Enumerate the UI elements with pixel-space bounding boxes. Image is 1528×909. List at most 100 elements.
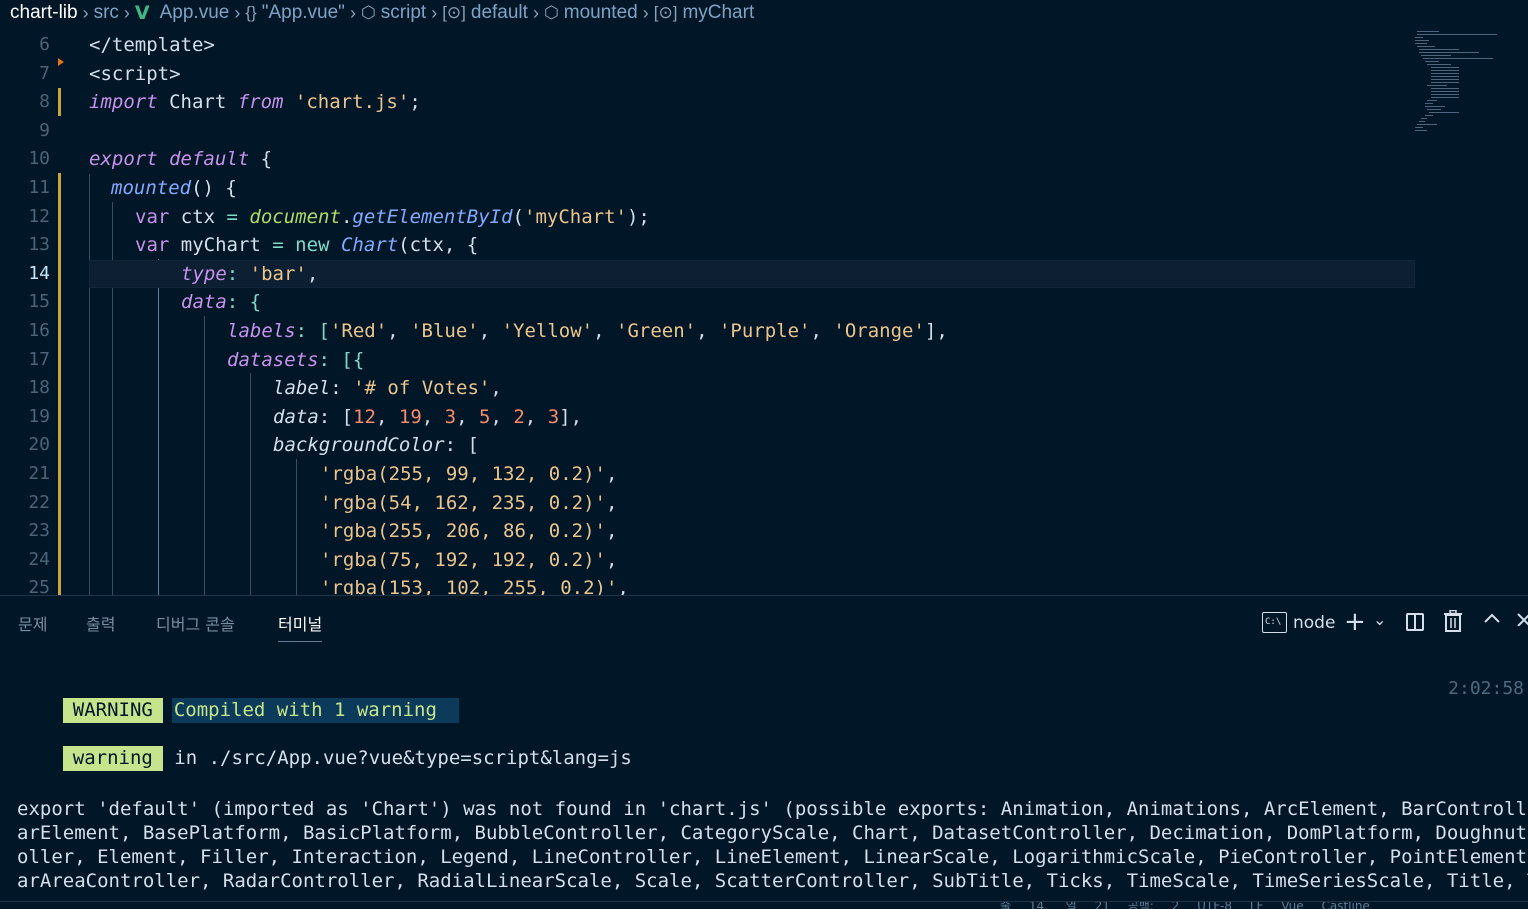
code-token: 'rgba(255, 206, 86, 0.2)': [320, 520, 606, 543]
code-token: :: [226, 262, 250, 285]
code-token: 'Green': [616, 320, 697, 342]
code-line: 11 mounted() {: [0, 174, 1415, 203]
trash-icon[interactable]: [1444, 610, 1462, 632]
code-token: backgroundColor: [273, 434, 445, 457]
chevron-right-icon: ›: [82, 2, 89, 23]
line-number: 25: [28, 577, 50, 595]
breadcrumb-script[interactable]: ⬡ script: [361, 2, 426, 24]
code-token: : [: [444, 434, 479, 457]
code-token: ,: [375, 405, 399, 428]
chevron-right-icon: ›: [431, 2, 438, 23]
code-token: document: [237, 205, 341, 228]
code-line: 24 'rgba(75, 192, 192, 0.2)',: [0, 546, 1415, 575]
code-token: var: [135, 234, 170, 257]
code-token: =: [226, 205, 238, 228]
line-number: 10: [28, 148, 50, 170]
code-token: ,: [490, 405, 514, 428]
code-token: 'Purple': [718, 320, 811, 342]
code-token: ,: [524, 405, 548, 428]
code-token: <script>: [89, 62, 181, 85]
warning-badge: WARNING: [62, 698, 163, 723]
code-token: 'rgba(54, 162, 235, 0.2)': [320, 491, 606, 514]
variable-icon: [⊙]: [653, 3, 678, 22]
code-token: );: [626, 205, 650, 228]
code-token: 19: [398, 405, 422, 428]
breadcrumb-default[interactable]: [⊙] default: [442, 2, 528, 24]
breadcrumb-file-label: App.vue: [159, 2, 230, 23]
line-number: 8: [39, 91, 50, 113]
breadcrumb-mounted[interactable]: ⬡ mounted: [544, 2, 638, 24]
code-token: </template>: [89, 34, 215, 56]
line-number: 24: [28, 548, 50, 570]
terminal-name: node: [1293, 612, 1336, 633]
code-token: : {: [226, 291, 262, 314]
code-token: ctx: [169, 205, 227, 228]
code-token: =: [272, 234, 284, 257]
breadcrumb-object[interactable]: {} "App.vue": [245, 2, 345, 24]
breadcrumb-folder[interactable]: src: [94, 2, 119, 24]
line-number: 13: [28, 234, 50, 256]
breadcrumb-file[interactable]: V App.vue: [135, 2, 229, 24]
bottom-panel: 문제 출력 디버그 콘솔 터미널 C:\ node + ⌄ WARNING Com…: [0, 595, 1528, 909]
code-token: ,: [490, 377, 502, 400]
status-bar-text[interactable]: 줄 14, 열 21 공백: 2 UTF-8 LF Vue Castline: [1000, 902, 1370, 909]
code-token: datasets: [227, 348, 319, 371]
close-icon[interactable]: [1516, 612, 1528, 626]
warning-message: Compiled with 1 warning: [171, 698, 459, 723]
terminal-selector[interactable]: C:\ node: [1262, 612, 1335, 633]
code-token: (ctx, {: [398, 234, 479, 257]
code-token: var: [135, 205, 170, 228]
code-token: 3: [547, 405, 560, 428]
code-line: 9: [0, 117, 1415, 146]
minimap[interactable]: [1413, 31, 1518, 146]
code-token: ,: [605, 463, 618, 485]
breadcrumb-variable[interactable]: [⊙] myChart: [654, 2, 755, 24]
code-token: ,: [605, 491, 618, 514]
chevron-down-icon[interactable]: ⌄: [1373, 610, 1386, 629]
code-line: 15 data: {: [0, 288, 1415, 317]
tab-output[interactable]: 출력: [86, 611, 115, 635]
code-token: ,: [696, 320, 719, 342]
tab-debug-console[interactable]: 디버그 콘솔: [156, 611, 235, 635]
line-number: 21: [28, 463, 50, 484]
code-token: Chart: [329, 234, 399, 257]
code-line: 17 datasets: [{: [0, 346, 1415, 375]
split-icon[interactable]: [1406, 613, 1424, 631]
line-number: 15: [28, 291, 50, 313]
plus-icon[interactable]: +: [1344, 607, 1366, 637]
code-token: 'myChart': [524, 205, 627, 228]
line-number: 12: [28, 205, 50, 227]
panel-tabs: 문제 출력 디버그 콘솔 터미널 C:\ node + ⌄: [0, 596, 1528, 651]
code-line: 21 'rgba(255, 99, 132, 0.2)',: [0, 460, 1415, 489]
code-line-current: 14 type: 'bar',: [0, 259, 1415, 289]
tab-terminal[interactable]: 터미널: [278, 611, 323, 642]
code-token: data: [273, 405, 319, 428]
line-number: 17: [28, 348, 50, 370]
breadcrumb-mounted-label: mounted: [563, 2, 638, 23]
code-token: myChart: [169, 234, 273, 257]
code-token: 'rgba(153, 102, 255, 0.2)': [320, 577, 618, 595]
tab-problems[interactable]: 문제: [18, 611, 47, 635]
code-token: (: [512, 205, 524, 228]
breadcrumb-script-label: script: [380, 2, 427, 23]
code-token: ,: [421, 405, 445, 428]
code-line: 12 var ctx = document.getElementById('my…: [0, 203, 1415, 232]
chevron-right-icon: ›: [532, 2, 539, 23]
terminal-error-line: arElement, BasePlatform, BasicPlatform, …: [17, 822, 1528, 844]
line-number: 19: [28, 405, 50, 427]
terminal-error-line: oller, Element, Filler, Interaction, Leg…: [17, 846, 1528, 868]
code-token: ,: [593, 320, 616, 342]
code-token: 2: [513, 405, 525, 428]
code-token: ;: [409, 91, 421, 114]
terminal-icon: C:\: [1262, 612, 1287, 633]
line-number: 6: [39, 34, 50, 55]
code-line: 18 label: '# of Votes',: [0, 374, 1415, 403]
code-token: 'chart.js': [283, 91, 410, 114]
code-token: ,: [387, 320, 411, 342]
breadcrumb-root[interactable]: chart-lib: [10, 2, 78, 24]
code-editor[interactable]: 6 </template> 7 <script> 8 import Chart …: [0, 31, 1528, 595]
code-token: ,: [617, 577, 629, 595]
code-token: default: [157, 148, 250, 171]
code-line: 6 </template>: [0, 31, 1415, 60]
chevron-up-icon[interactable]: [1483, 612, 1501, 624]
